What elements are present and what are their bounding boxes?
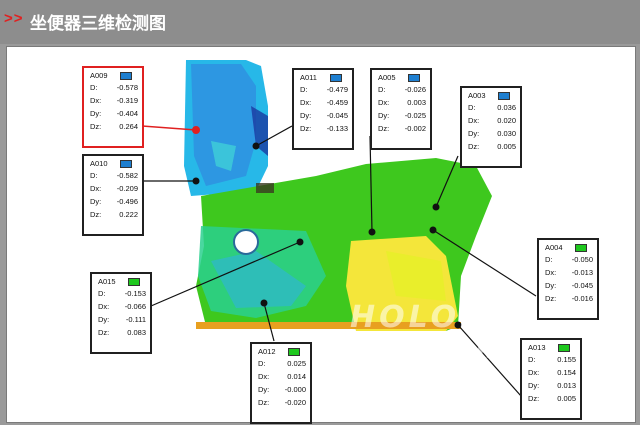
color-swatch	[120, 160, 132, 168]
dy-value: -0.045	[326, 111, 348, 120]
dz-value: -0.016	[571, 294, 593, 303]
annotation-id: A011	[300, 73, 317, 82]
page-title: 坐便器三维检测图	[30, 14, 166, 34]
dy-value: -0.111	[125, 315, 146, 324]
dz-value: -0.020	[284, 398, 306, 407]
d-value: -0.582	[116, 171, 138, 180]
annotation-id: A003	[468, 91, 486, 100]
dx-value: 0.014	[287, 372, 306, 381]
d-value: -0.026	[404, 85, 426, 94]
d-value: 0.025	[287, 359, 306, 368]
d-value: -0.578	[116, 83, 138, 92]
dz-value: 0.264	[119, 122, 138, 131]
annotation-id: A013	[528, 343, 546, 352]
annotation-a015: A015 D: -0.153 Dx: -0.066 Dy: -0.111 Dz: 0.0…	[90, 272, 152, 354]
dx-value: 0.154	[557, 368, 576, 377]
annotation-id: A010	[90, 159, 108, 168]
chevron-icon: >>	[4, 10, 24, 27]
dx-value: 0.003	[407, 98, 426, 107]
annotation-id: A015	[98, 277, 116, 286]
annotation-a011: A011 D: -0.479 Dx: -0.459 Dy: -0.045 Dz: -0.…	[292, 68, 354, 150]
annotation-a009: A009 D: -0.578 Dx: -0.319 Dy: -0.404 Dz: 0.2…	[82, 66, 144, 148]
d-value: -0.479	[326, 85, 348, 94]
title-bar: >> 坐便器三维检测图	[0, 0, 640, 44]
dy-value: 0.013	[557, 381, 576, 390]
drain-hole	[233, 229, 259, 255]
color-swatch	[128, 278, 140, 286]
d-value: 0.155	[557, 355, 576, 364]
annotation-a005: A005 D: -0.026 Dx: 0.003 Dy: -0.025 Dz: -0.0…	[370, 68, 432, 150]
dz-value: 0.222	[119, 210, 138, 219]
annotation-a013: A013 D: 0.155 Dx: 0.154 Dy: 0.013 Dz: 0.005	[520, 338, 582, 420]
color-swatch	[288, 348, 300, 356]
annotation-a012: A012 D: 0.025 Dx: 0.014 Dy: -0.000 Dz: -0.02…	[250, 342, 312, 424]
annotation-id: A012	[258, 347, 276, 356]
dx-value: -0.459	[326, 98, 348, 107]
dz-value: 0.005	[557, 394, 576, 403]
dy-value: -0.404	[116, 109, 138, 118]
annotation-a010: A010 D: -0.582 Dx: -0.209 Dy: -0.496 Dz: 0.2…	[82, 154, 144, 236]
annotation-id: A009	[90, 71, 108, 80]
dx-value: -0.066	[124, 302, 146, 311]
d-value: -0.153	[124, 289, 146, 298]
color-swatch	[575, 244, 587, 252]
dx-value: 0.020	[497, 116, 516, 125]
color-swatch	[408, 74, 420, 82]
dx-value: -0.319	[116, 96, 138, 105]
annotation-id: A004	[545, 243, 563, 252]
dx-value: -0.209	[116, 184, 138, 193]
annotation-a003: A003 D: 0.036 Dx: 0.020 Dy: 0.030 Dz: 0.005	[460, 86, 522, 168]
dy-value: -0.045	[571, 281, 593, 290]
dz-value: 0.005	[497, 142, 516, 151]
dy-value: 0.030	[497, 129, 516, 138]
dz-value: -0.133	[326, 124, 348, 133]
annotation-id: A005	[378, 73, 396, 82]
color-swatch	[120, 72, 132, 80]
dz-value: 0.083	[127, 328, 146, 337]
color-swatch	[330, 74, 342, 82]
annotation-a004: A004 D: -0.050 Dx: -0.013 Dy: -0.045 Dz: -0.…	[537, 238, 599, 320]
dy-value: -0.025	[404, 111, 426, 120]
dz-value: -0.002	[404, 124, 426, 133]
color-swatch	[498, 92, 510, 100]
d-value: -0.050	[571, 255, 593, 264]
dy-value: -0.000	[284, 385, 306, 394]
dy-value: -0.496	[116, 197, 138, 206]
dx-value: -0.013	[571, 268, 593, 277]
color-swatch	[558, 344, 570, 352]
d-value: 0.036	[497, 103, 516, 112]
